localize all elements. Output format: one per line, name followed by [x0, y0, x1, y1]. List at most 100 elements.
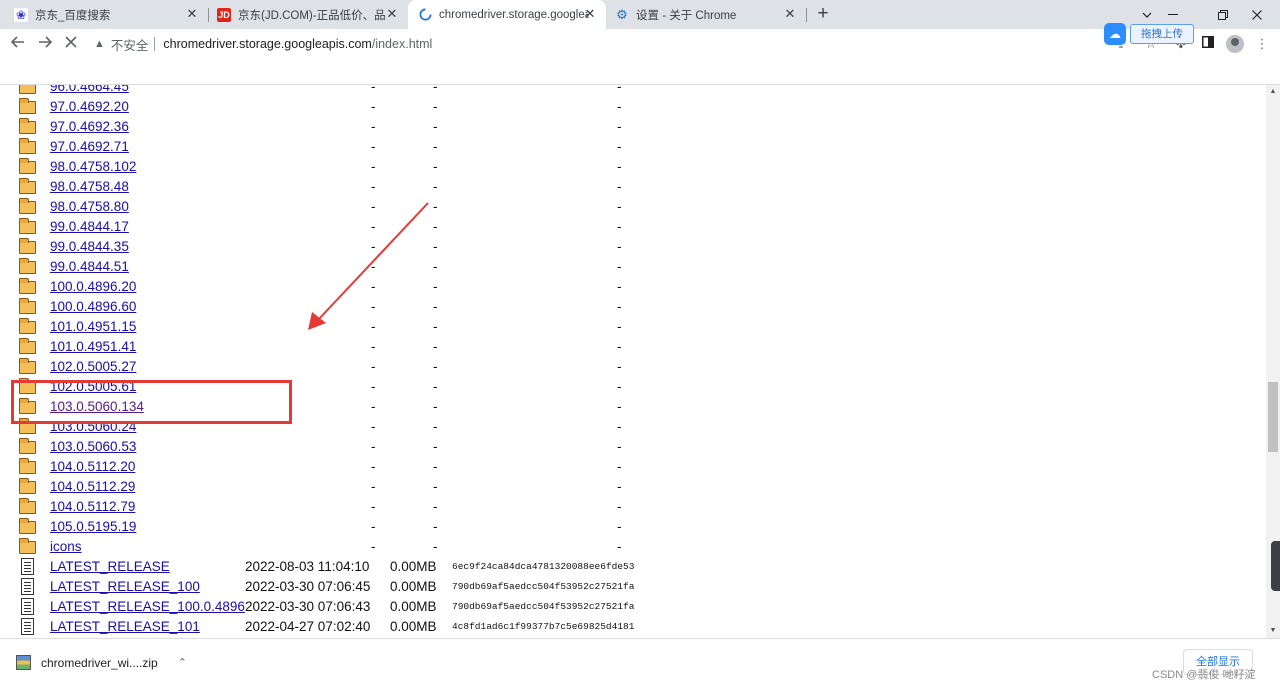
entry-link[interactable]: 101.0.4951.15 — [50, 317, 136, 337]
entry-hash: 6ec9f24ca84dca4781320088ee6fde53 — [452, 561, 635, 572]
entry-link[interactable]: 105.0.5195.19 — [50, 517, 136, 537]
tab-title: 京东_百度搜索 — [35, 9, 111, 22]
folder-row: 102.0.5005.27 - - - — [0, 357, 1266, 377]
file-icon — [21, 578, 34, 595]
tab-settings-about[interactable]: ⚙ 设置 - 关于 Chrome ✕ — [606, 0, 806, 29]
folder-row: 97.0.4692.20 - - - — [0, 97, 1266, 117]
close-icon[interactable]: ✕ — [384, 6, 400, 22]
entry-link[interactable]: 101.0.4951.41 — [50, 337, 136, 357]
entry-date: - — [371, 159, 376, 174]
entry-size: - — [433, 119, 438, 134]
entry-size: - — [433, 379, 438, 394]
entry-link[interactable]: 97.0.4692.36 — [50, 117, 129, 137]
tab-baidu-search[interactable]: ❀ 京东_百度搜索 ✕ — [0, 0, 208, 29]
folder-row: 100.0.4896.20 - - - — [0, 277, 1266, 297]
upload-label[interactable]: 拖拽上传 — [1130, 24, 1194, 44]
entry-size: - — [433, 279, 438, 294]
entry-size: - — [433, 299, 438, 314]
entry-link[interactable]: 98.0.4758.102 — [50, 157, 136, 177]
entry-link[interactable]: 98.0.4758.48 — [50, 177, 129, 197]
folder-row: 104.0.5112.79 - - - — [0, 497, 1266, 517]
scroll-up-arrow-icon[interactable]: ▲ — [1266, 85, 1280, 99]
entry-link[interactable]: 97.0.4692.20 — [50, 97, 129, 117]
entry-link[interactable]: LATEST_RELEASE_100.0.4896 — [50, 597, 245, 617]
more-menu-icon[interactable]: ⋮ — [1253, 35, 1271, 53]
entry-link[interactable]: icons — [50, 537, 82, 557]
file-row: LATEST_RELEASE_100.0.4896 2022-03-30 07:0… — [0, 597, 1266, 617]
entry-size: - — [433, 539, 438, 554]
entry-hash: - — [617, 499, 622, 514]
new-tab-button[interactable]: + — [813, 4, 833, 24]
entry-hash: - — [617, 419, 622, 434]
minimize-icon — [1168, 13, 1178, 15]
profile-avatar[interactable] — [1226, 35, 1244, 53]
entry-hash: - — [617, 99, 622, 114]
folder-icon — [19, 318, 36, 334]
folder-icon — [19, 138, 36, 154]
security-label[interactable]: 不安全 — [111, 35, 149, 54]
entry-link[interactable]: 99.0.4844.17 — [50, 217, 129, 237]
download-bar: chromedriver_wi....zip ⌃ — [0, 638, 1280, 686]
entry-link[interactable]: LATEST_RELEASE_101 — [50, 617, 200, 637]
entry-size: - — [433, 199, 438, 214]
close-icon[interactable]: ✕ — [184, 6, 200, 22]
baidu-upload-widget[interactable]: ☁ 拖拽上传 — [1104, 23, 1194, 45]
folder-row: 99.0.4844.51 - - - — [0, 257, 1266, 277]
folder-icon — [19, 458, 36, 474]
entry-link[interactable]: 100.0.4896.20 — [50, 277, 136, 297]
back-button[interactable] — [6, 33, 30, 55]
entry-hash: - — [617, 279, 622, 294]
entry-link[interactable]: 100.0.4896.60 — [50, 297, 136, 317]
folder-icon — [19, 338, 36, 354]
side-floating-widget[interactable] — [1271, 541, 1280, 591]
tab-jd[interactable]: JD 京东(JD.COM)-正品低价、品质保障 ✕ — [208, 0, 408, 29]
entry-hash: - — [617, 459, 622, 474]
baidu-netdisk-icon[interactable]: ☁ — [1104, 23, 1126, 45]
entry-hash: - — [617, 539, 622, 554]
entry-size: - — [433, 159, 438, 174]
side-panel-button[interactable] — [1199, 35, 1217, 53]
entry-link[interactable]: LATEST_RELEASE_100 — [50, 577, 200, 597]
entry-link[interactable]: 96.0.4664.45 — [50, 85, 129, 97]
warning-triangle-icon[interactable]: ▲ — [94, 38, 105, 50]
download-item[interactable]: chromedriver_wi....zip ⌃ — [16, 655, 187, 670]
entry-size: - — [433, 359, 438, 374]
entry-size: - — [433, 319, 438, 334]
entry-size: - — [433, 139, 438, 154]
entry-link[interactable]: 103.0.5060.53 — [50, 437, 136, 457]
chevron-up-icon[interactable]: ⌃ — [178, 656, 187, 669]
close-icon[interactable]: ✕ — [582, 6, 598, 22]
folder-row: 97.0.4692.71 - - - — [0, 137, 1266, 157]
entry-hash: 790db69af5aedcc504f53952c27521fa — [452, 601, 635, 612]
address-bar[interactable]: ▲ 不安全 chromedriver.storage.googleapis.co… — [90, 32, 1100, 56]
close-icon — [1252, 9, 1262, 20]
gear-icon: ⚙ — [616, 6, 628, 22]
folder-icon — [19, 118, 36, 134]
entry-link[interactable]: 104.0.5112.20 — [50, 457, 135, 477]
entry-date: - — [371, 179, 376, 194]
entry-link[interactable]: 99.0.4844.35 — [50, 237, 129, 257]
entry-link[interactable]: 104.0.5112.29 — [50, 477, 135, 497]
forward-button[interactable] — [33, 33, 57, 55]
entry-link[interactable]: 98.0.4758.80 — [50, 197, 129, 217]
entry-link[interactable]: 99.0.4844.51 — [50, 257, 129, 277]
entry-link[interactable]: 97.0.4692.71 — [50, 137, 129, 157]
folder-icon — [19, 238, 36, 254]
close-window-button[interactable] — [1234, 0, 1280, 29]
scroll-down-arrow-icon[interactable]: ▼ — [1266, 624, 1280, 638]
address-separator — [154, 37, 156, 51]
entry-hash: 4c8fd1ad6c1f99377b7c5e69825d4181 — [452, 621, 635, 632]
entry-size: - — [433, 479, 438, 494]
tab-separator — [806, 8, 807, 22]
stop-loading-button[interactable] — [59, 33, 83, 55]
tab-chromedriver[interactable]: chromedriver.storage.googleapis.com ✕ — [408, 0, 606, 29]
entry-link[interactable]: 104.0.5112.79 — [50, 497, 135, 517]
entry-hash: - — [617, 139, 622, 154]
download-file-name[interactable]: chromedriver_wi....zip — [41, 656, 158, 670]
entry-date: - — [371, 279, 376, 294]
entry-link[interactable]: LATEST_RELEASE — [50, 557, 170, 577]
entry-link[interactable]: 102.0.5005.27 — [50, 357, 136, 377]
close-icon[interactable]: ✕ — [782, 6, 798, 22]
jd-icon: JD — [217, 7, 231, 22]
scrollbar-thumb[interactable] — [1268, 382, 1278, 452]
